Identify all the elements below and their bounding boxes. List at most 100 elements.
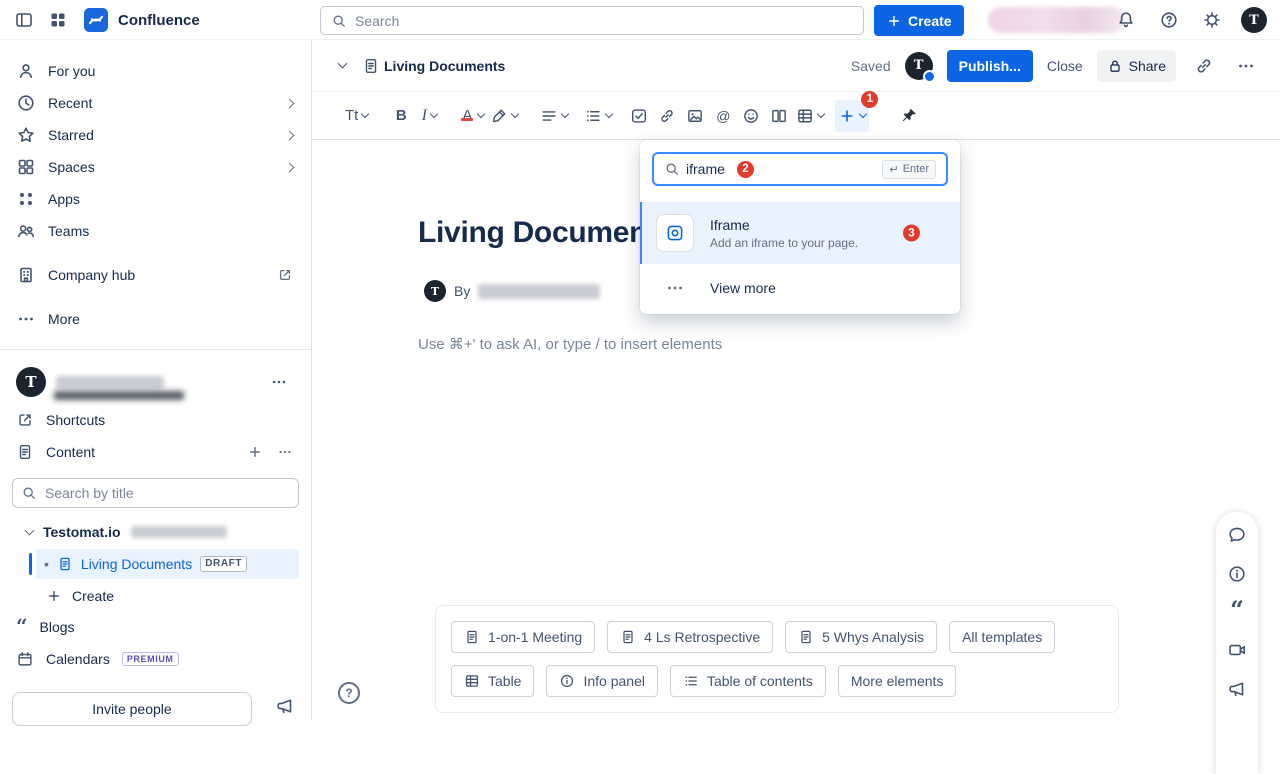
chevron-down-icon <box>361 109 369 117</box>
more-actions-button[interactable] <box>1232 52 1260 80</box>
template-1on1-meeting-button[interactable]: 1-on-1 Meeting <box>451 621 595 653</box>
sidebar-item-more[interactable]: More <box>0 303 311 335</box>
chevron-right-icon <box>285 98 295 108</box>
ellipsis-icon <box>1236 56 1256 76</box>
app-switcher-button[interactable] <box>44 6 72 34</box>
sidebar-item-shortcuts[interactable]: Shortcuts <box>0 404 311 436</box>
table-icon <box>464 673 480 689</box>
space-header[interactable]: T <box>16 364 295 400</box>
search-icon <box>21 485 37 501</box>
text-color-button[interactable]: A <box>457 100 487 132</box>
page-title-breadcrumb: Living Documents <box>384 58 505 74</box>
mention-button[interactable]: @ <box>709 100 737 132</box>
tree-item-living-documents[interactable]: • Living Documents DRAFT <box>36 549 299 579</box>
template-4ls-retrospective-button[interactable]: 4 Ls Retrospective <box>607 621 773 653</box>
sidebar-item-recent[interactable]: Recent <box>0 87 311 119</box>
quotes-button[interactable]: “ <box>1230 603 1244 621</box>
columns-icon <box>770 107 788 125</box>
highlight-button[interactable] <box>487 100 521 132</box>
sidebar-toggle-button[interactable] <box>10 6 38 34</box>
chevron-down-icon <box>25 525 35 535</box>
editor-placeholder[interactable]: Use ⌘+' to ask AI, or type / to insert e… <box>418 335 722 353</box>
document-title[interactable]: Living Documents <box>418 216 673 250</box>
sidebar-item-spaces[interactable]: Spaces <box>0 151 311 183</box>
spaces-icon <box>16 157 36 177</box>
global-search[interactable] <box>320 6 864 35</box>
more-elements-button[interactable]: More elements <box>838 665 957 697</box>
create-button[interactable]: Create <box>874 5 964 36</box>
user-avatar[interactable]: T <box>1241 7 1267 33</box>
sidebar-item-for-you[interactable]: For you <box>0 55 311 87</box>
chevron-down-icon <box>430 109 438 117</box>
task-list-button[interactable] <box>625 100 653 132</box>
sidebar-item-blogs[interactable]: “ Blogs <box>0 611 311 643</box>
help-button[interactable] <box>1155 6 1183 34</box>
annotation-step-1: 1 <box>861 91 878 108</box>
video-button[interactable] <box>1227 640 1247 660</box>
sidebar-item-content[interactable]: Content <box>0 436 311 468</box>
add-content-icon[interactable] <box>247 444 263 460</box>
details-button[interactable] <box>1227 564 1247 584</box>
text-style-button[interactable]: Tt <box>342 100 371 132</box>
template-row-1: 1-on-1 Meeting 4 Ls Retrospective 5 Whys… <box>451 621 1103 653</box>
clock-icon <box>16 93 36 113</box>
sidebar-item-starred[interactable]: Starred <box>0 119 311 151</box>
share-button[interactable]: Share <box>1097 50 1176 82</box>
all-templates-button[interactable]: All templates <box>949 621 1055 653</box>
tree-create-button[interactable]: Create <box>0 581 311 611</box>
insert-table-button[interactable]: Table <box>451 665 534 697</box>
tree-item-space-root[interactable]: Testomat.io <box>0 517 311 547</box>
insert-element-button[interactable]: 1 <box>835 100 869 132</box>
insert-link-button[interactable] <box>653 100 681 132</box>
iframe-icon <box>656 214 694 252</box>
announcement-megaphone-icon[interactable] <box>275 696 295 716</box>
editor-help-button[interactable]: ? <box>338 682 360 704</box>
content-more-icon[interactable] <box>277 444 293 460</box>
sidebar-item-teams[interactable]: Teams <box>0 215 311 247</box>
announcements-button[interactable] <box>1227 679 1247 699</box>
template-suggestions-panel: 1-on-1 Meeting 4 Ls Retrospective 5 Whys… <box>435 605 1119 713</box>
insert-image-button[interactable] <box>681 100 709 132</box>
info-icon <box>1227 564 1247 584</box>
insert-search-field[interactable]: iframe 2 ↵ Enter <box>652 152 948 186</box>
chevron-down-icon <box>817 109 825 117</box>
editor-avatar[interactable]: T <box>905 52 933 80</box>
sidebar-item-calendars[interactable]: Calendars PREMIUM <box>0 643 311 675</box>
invite-people-button[interactable]: Invite people <box>12 692 252 726</box>
close-button[interactable]: Close <box>1047 58 1083 74</box>
sidebar-item-company-hub[interactable]: Company hub <box>0 259 311 291</box>
alignment-button[interactable] <box>537 100 571 132</box>
bold-button[interactable]: B <box>387 100 415 132</box>
view-more-item[interactable]: View more <box>640 264 960 312</box>
copy-link-button[interactable] <box>1190 52 1218 80</box>
enter-key-hint: ↵ Enter <box>882 160 936 179</box>
settings-button[interactable] <box>1198 6 1226 34</box>
top-bar: Confluence Create T <box>0 0 1280 40</box>
sidebar-divider <box>0 349 311 350</box>
insert-info-panel-button[interactable]: Info panel <box>546 665 658 697</box>
italic-button[interactable]: I <box>415 100 443 132</box>
author-avatar: T <box>424 280 446 302</box>
help-icon <box>1159 10 1179 30</box>
content-search[interactable] <box>12 478 299 508</box>
emoji-button[interactable] <box>737 100 765 132</box>
chevron-right-icon <box>285 162 295 172</box>
content-search-input[interactable] <box>45 485 290 501</box>
layouts-button[interactable] <box>765 100 793 132</box>
table-button[interactable] <box>793 100 827 132</box>
insert-result-iframe[interactable]: Iframe Add an iframe to your page. 3 <box>640 202 960 264</box>
pin-toolbar-button[interactable] <box>895 100 923 132</box>
chevron-down-icon <box>511 109 519 117</box>
page-header: Living Documents Saved T Publish... Clos… <box>312 40 1280 92</box>
list-button[interactable] <box>581 100 615 132</box>
comments-button[interactable] <box>1227 525 1247 545</box>
insert-toc-button[interactable]: Table of contents <box>670 665 826 697</box>
collapse-page-tree-button[interactable] <box>328 52 356 80</box>
sidebar-item-apps[interactable]: Apps <box>0 183 311 215</box>
notifications-button[interactable] <box>1112 6 1140 34</box>
pin-icon <box>900 107 918 125</box>
template-5-whys-button[interactable]: 5 Whys Analysis <box>785 621 937 653</box>
global-search-input[interactable] <box>355 13 853 29</box>
space-more-button[interactable] <box>265 368 293 396</box>
publish-button[interactable]: Publish... <box>947 50 1033 82</box>
